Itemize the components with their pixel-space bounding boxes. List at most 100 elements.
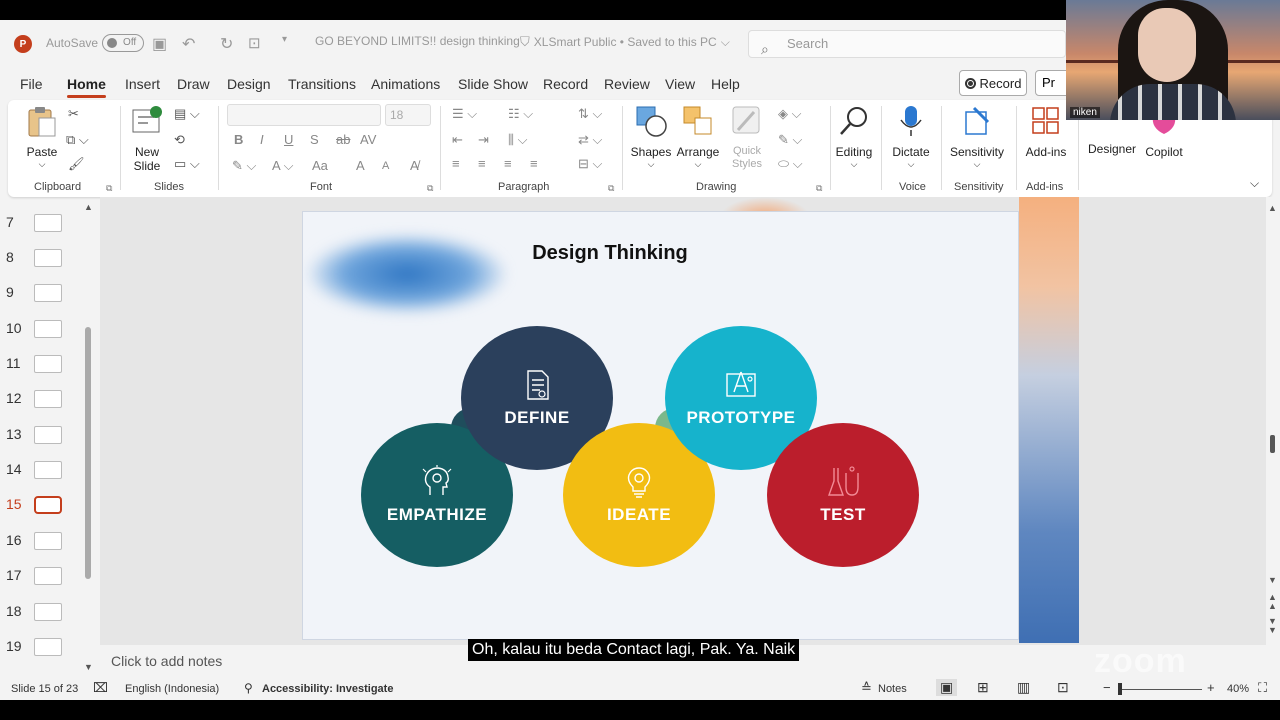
slide-sorter-icon[interactable]: ⊞: [977, 679, 989, 696]
accessibility-status[interactable]: Accessibility: Investigate: [262, 683, 393, 695]
thumbnail-item[interactable]: 9: [0, 278, 100, 308]
thumbnails-scrollbar[interactable]: [85, 327, 91, 579]
character-spacing-button[interactable]: AV: [360, 132, 376, 147]
font-family-select[interactable]: [227, 104, 381, 126]
align-text-icon[interactable]: ⊟ ⌵: [578, 156, 602, 172]
undo-icon[interactable]: ↶: [182, 34, 195, 54]
highlight-icon[interactable]: ✎ ⌵: [232, 158, 256, 174]
ribbon-collapse-icon[interactable]: ⌵: [1250, 176, 1259, 191]
editing-button[interactable]: Editing ⌵: [834, 104, 874, 170]
spelling-check-icon[interactable]: ⌧: [93, 680, 108, 696]
paragraph-launcher-icon[interactable]: ⧉: [608, 183, 614, 194]
underline-button[interactable]: U: [284, 132, 293, 147]
bold-button[interactable]: B: [234, 132, 243, 147]
increase-indent-icon[interactable]: ⇥: [478, 132, 489, 148]
previous-slide-icon[interactable]: ▲ ▲: [1268, 593, 1277, 611]
text-direction-icon[interactable]: ⇄ ⌵: [578, 132, 602, 148]
tab-view[interactable]: View: [665, 76, 695, 92]
present-from-start-icon[interactable]: ⊡: [248, 34, 261, 52]
thumbnail-item[interactable]: 8: [0, 243, 100, 273]
reset-icon[interactable]: ⟲: [174, 132, 185, 148]
new-slide-button[interactable]: New Slide: [126, 104, 168, 173]
tab-file[interactable]: File: [20, 76, 43, 92]
align-left-icon[interactable]: ≡: [452, 156, 460, 171]
slide-scrollbar[interactable]: ▲ ▼ ▲ ▲ ▼ ▼: [1266, 197, 1280, 677]
tab-transitions[interactable]: Transitions: [288, 76, 356, 92]
line-spacing-icon[interactable]: ⇅ ⌵: [578, 106, 602, 122]
strikethrough-button[interactable]: ab: [336, 132, 350, 147]
quick-styles-button[interactable]: Quick Styles: [724, 104, 770, 171]
reading-view-icon[interactable]: ▥: [1017, 679, 1030, 696]
scroll-down-icon[interactable]: ▼: [1268, 575, 1277, 585]
format-painter-icon[interactable]: 🖌: [68, 156, 85, 172]
sensitivity-status[interactable]: ⛉ XLSmart Public • Saved to this PC ⌵: [520, 34, 730, 50]
align-center-icon[interactable]: ≡: [478, 156, 486, 171]
scroll-up-icon[interactable]: ▲: [1268, 203, 1277, 213]
clear-formatting-icon[interactable]: A̸: [410, 158, 419, 173]
scrollbar-thumb[interactable]: [1270, 435, 1275, 453]
save-icon[interactable]: ▣: [152, 34, 167, 54]
tab-design[interactable]: Design: [227, 76, 271, 92]
zoom-slider-thumb[interactable]: [1118, 683, 1122, 695]
columns-icon[interactable]: ⫼ ⌵: [508, 132, 527, 148]
thumbnail-item[interactable]: 7: [0, 208, 100, 238]
current-slide[interactable]: Design Thinking EMPATHIZE DEFINE IDEATE …: [302, 211, 1019, 640]
notes-icon[interactable]: ≙: [861, 680, 872, 696]
redo-icon[interactable]: ↻: [220, 34, 233, 54]
thumbnail-item[interactable]: 18: [0, 597, 100, 627]
italic-button[interactable]: I: [260, 132, 264, 147]
language-indicator[interactable]: English (Indonesia): [125, 683, 219, 695]
accessibility-icon[interactable]: ⚲: [244, 681, 253, 695]
notes-button[interactable]: Notes: [878, 683, 907, 695]
section-icon[interactable]: ▭ ⌵: [174, 156, 200, 172]
cut-icon[interactable]: ✂: [68, 106, 79, 122]
thumbnail-item[interactable]: 19: [0, 632, 100, 662]
tab-slide-show[interactable]: Slide Show: [458, 76, 528, 92]
zoom-in-icon[interactable]: +: [1207, 680, 1215, 695]
zoom-slider[interactable]: [1118, 689, 1202, 690]
justify-icon[interactable]: ≡: [530, 156, 538, 171]
numbering-icon[interactable]: ☷ ⌵: [508, 106, 533, 122]
record-button[interactable]: Record: [959, 70, 1027, 96]
tab-draw[interactable]: Draw: [177, 76, 210, 92]
copy-icon[interactable]: ⧉ ⌵: [66, 132, 89, 148]
shadow-button[interactable]: S: [310, 132, 319, 147]
zoom-level[interactable]: 40%: [1227, 683, 1249, 695]
normal-view-icon[interactable]: ▣: [936, 679, 958, 696]
fit-to-window-icon[interactable]: ⛶: [1258, 680, 1267, 696]
tab-animations[interactable]: Animations: [371, 76, 440, 92]
font-color-icon[interactable]: A ⌵: [272, 158, 293, 174]
shape-fill-icon[interactable]: ◈ ⌵: [778, 106, 801, 122]
align-right-icon[interactable]: ≡: [504, 156, 512, 171]
dictate-button[interactable]: Dictate ⌵: [888, 104, 934, 170]
change-case-button[interactable]: Aa: [312, 158, 328, 173]
slide-title[interactable]: Design Thinking: [303, 242, 917, 265]
tab-home[interactable]: Home: [67, 76, 106, 98]
paste-button[interactable]: Paste ⌵: [22, 104, 62, 170]
layout-icon[interactable]: ▤ ⌵: [174, 106, 200, 122]
shape-effects-icon[interactable]: ⬭ ⌵: [778, 156, 803, 172]
stage-test[interactable]: TEST: [767, 423, 919, 567]
sensitivity-button[interactable]: Sensitivity ⌵: [946, 104, 1008, 170]
shapes-button[interactable]: Shapes ⌵: [628, 104, 674, 170]
autosave[interactable]: AutoSave Off: [46, 34, 145, 52]
font-size-select[interactable]: 18: [385, 104, 431, 126]
drawing-launcher-icon[interactable]: ⧉: [816, 183, 822, 194]
tab-review[interactable]: Review: [604, 76, 650, 92]
slide-show-icon[interactable]: ⊡: [1057, 679, 1069, 696]
add-ins-button[interactable]: Add-ins: [1022, 104, 1070, 159]
tab-record[interactable]: Record: [543, 76, 588, 92]
customize-toolbar-icon[interactable]: ▾: [282, 34, 287, 45]
grow-font-button[interactable]: A: [356, 158, 365, 173]
tab-insert[interactable]: Insert: [125, 76, 160, 92]
tab-help[interactable]: Help: [711, 76, 740, 92]
next-slide-icon[interactable]: ▼ ▼: [1268, 617, 1277, 635]
bullets-icon[interactable]: ☰ ⌵: [452, 106, 477, 122]
scroll-down-icon[interactable]: ▼: [84, 662, 93, 672]
zoom-out-icon[interactable]: −: [1103, 680, 1111, 695]
shrink-font-button[interactable]: A: [382, 160, 389, 172]
clipboard-launcher-icon[interactable]: ⧉: [106, 183, 112, 194]
arrange-button[interactable]: Arrange ⌵: [676, 104, 720, 170]
decrease-indent-icon[interactable]: ⇤: [452, 132, 463, 148]
autosave-toggle[interactable]: Off: [102, 34, 145, 52]
